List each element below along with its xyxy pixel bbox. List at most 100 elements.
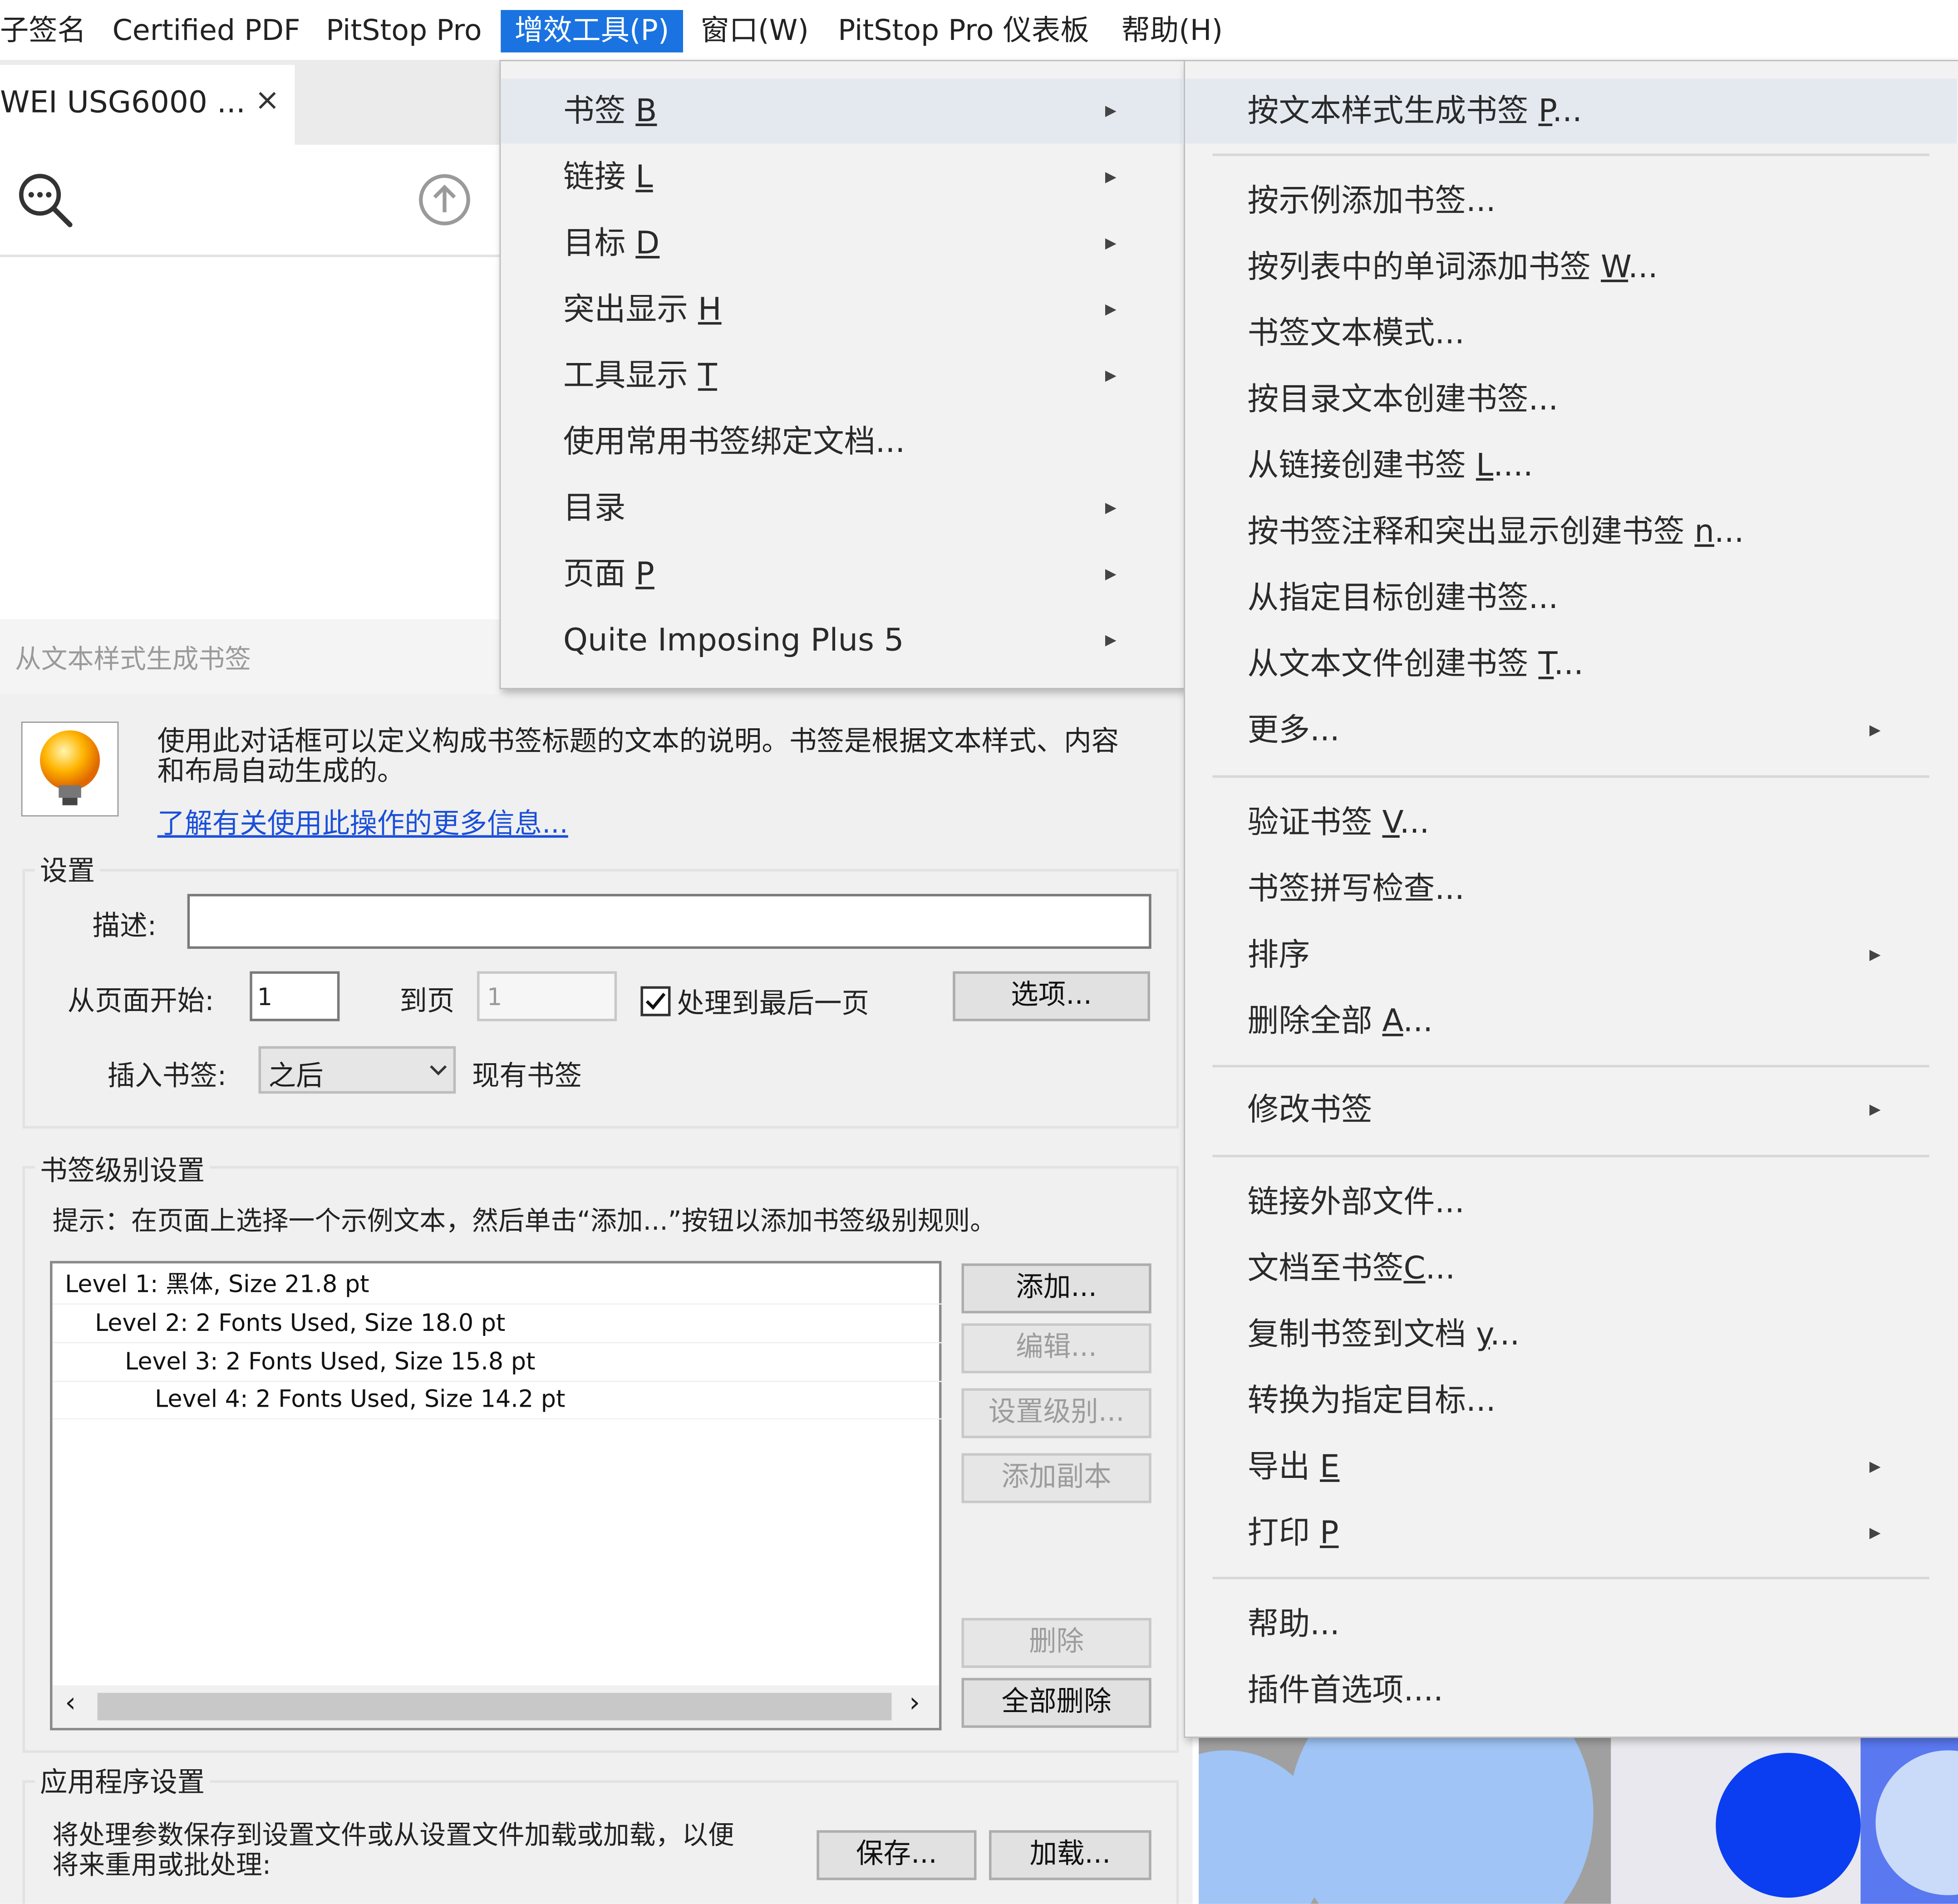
menu-item-bookmarks[interactable]: 书签 B ▸	[501, 79, 1183, 144]
options-button[interactable]: 选项...	[953, 971, 1150, 1021]
menu-item-convert-destinations[interactable]: 转换为指定目标...	[1185, 1368, 1957, 1433]
menu-separator	[1212, 153, 1929, 156]
level-row-2[interactable]: Level 2: 2 Fonts Used, Size 18.0 pt	[52, 1305, 982, 1344]
menu-item-plugin-prefs[interactable]: 插件首选项....	[1185, 1658, 1957, 1723]
zoom-search-icon[interactable]	[15, 170, 75, 230]
submenu-arrow-icon: ▸	[1105, 163, 1117, 190]
submenu-arrow-icon: ▸	[1105, 296, 1117, 322]
screen: 子签名 Certified PDF PitStop Pro 增效工具(P) 窗口…	[0, 0, 1958, 1904]
submenu-arrow-icon: ▸	[1869, 1453, 1881, 1480]
intro-text-line2: 和布局自动生成的。	[157, 756, 405, 788]
menu-window[interactable]: 窗口(W)	[700, 10, 809, 53]
process-last-checkbox[interactable]	[640, 986, 671, 1016]
menu-item-tool-display[interactable]: 工具显示 T ▸	[501, 344, 1182, 408]
submenu-arrow-icon: ▸	[1105, 97, 1117, 124]
menu-item-bm-by-example[interactable]: 按示例添加书签...	[1185, 168, 1957, 233]
load-button[interactable]: 加载...	[989, 1830, 1151, 1880]
levels-hint: 提示：在页面上选择一个示例文本，然后单击“添加...”按钮以添加书签级别规则。	[52, 1206, 996, 1236]
add-level-button[interactable]: 添加...	[961, 1263, 1151, 1314]
app-settings-text-line2: 将来重用或批处理:	[52, 1850, 271, 1880]
menu-item-toc[interactable]: 目录 ▸	[501, 476, 1182, 540]
insert-position-value: 之后	[268, 1061, 324, 1093]
menu-certified-pdf[interactable]: Certified PDF	[113, 10, 300, 53]
menu-item-help[interactable]: 帮助...	[1185, 1592, 1957, 1657]
menu-item-link-external[interactable]: 链接外部文件...	[1185, 1170, 1957, 1235]
menu-item-bm-by-word-list[interactable]: 按列表中的单词添加书签 W...	[1185, 235, 1957, 299]
submenu-arrow-icon: ▸	[1869, 716, 1881, 743]
menu-pitstop-dashboard[interactable]: PitStop Pro 仪表板	[838, 10, 1089, 53]
menu-item-print[interactable]: 打印 P ▸	[1185, 1501, 1957, 1565]
menu-item-more[interactable]: 更多... ▸	[1185, 698, 1957, 763]
insert-position-select[interactable]: 之后	[258, 1046, 456, 1094]
app-settings-legend: 应用程序设置	[35, 1760, 210, 1801]
close-icon[interactable]: ×	[255, 83, 280, 118]
scroll-right-icon[interactable]: ›	[909, 1688, 920, 1719]
menu-item-bm-by-text-style[interactable]: 按文本样式生成书签 P...	[1185, 79, 1957, 144]
scrollbar-thumb[interactable]	[97, 1693, 892, 1721]
menu-item-validate[interactable]: 验证书签 V...	[1185, 790, 1957, 855]
menu-item-bm-from-links[interactable]: 从链接创建书签 L....	[1185, 433, 1957, 498]
menu-item-delete-all[interactable]: 删除全部 A...	[1185, 989, 1957, 1054]
lightbulb-icon	[21, 721, 119, 817]
to-page-label: 到页	[399, 986, 455, 1018]
levels-list[interactable]: Level 1: 黑体, Size 21.8 pt Level 2: 2 Fon…	[50, 1261, 1042, 1731]
chevron-down-icon	[430, 1065, 447, 1076]
menu-item-pages[interactable]: 页面 P ▸	[501, 542, 1182, 607]
insert-bookmark-label: 插入书签:	[107, 1061, 227, 1093]
from-page-input[interactable]: 1	[250, 971, 340, 1021]
menu-help[interactable]: 帮助(H)	[1122, 10, 1223, 53]
add-copy-button[interactable]: 添加副本	[961, 1453, 1151, 1503]
to-page-input[interactable]: 1	[477, 971, 617, 1021]
level-row-3[interactable]: Level 3: 2 Fonts Used, Size 15.8 pt	[52, 1343, 1012, 1382]
scroll-left-icon[interactable]: ‹	[65, 1688, 76, 1719]
menu-item-spellcheck[interactable]: 书签拼写检查...	[1185, 856, 1957, 921]
menu-item-copy-to-doc[interactable]: 复制书签到文档 y...	[1185, 1302, 1957, 1367]
menu-item-bm-from-annotations[interactable]: 按书签注释和突出显示创建书签 n...	[1185, 500, 1957, 564]
menu-item-highlight[interactable]: 突出显示 H ▸	[501, 277, 1182, 342]
background-artwork	[1199, 1737, 1958, 1904]
document-area	[0, 257, 500, 619]
menu-item-bm-from-text-file[interactable]: 从文本文件创建书签 T...	[1185, 632, 1957, 697]
submenu-arrow-icon: ▸	[1869, 1096, 1881, 1123]
delete-all-button[interactable]: 全部删除	[961, 1678, 1151, 1728]
menu-item-bm-from-toc[interactable]: 按目录文本创建书签...	[1185, 367, 1957, 432]
menu-item-bm-text-pattern[interactable]: 书签文本模式...	[1185, 301, 1957, 366]
menu-bar: 子签名 Certified PDF PitStop Pro 增效工具(P) 窗口…	[0, 0, 1958, 60]
edit-level-button[interactable]: 编辑...	[961, 1323, 1151, 1374]
menu-pitstop-pro[interactable]: PitStop Pro	[326, 10, 482, 53]
menu-digital-sign[interactable]: 子签名	[0, 10, 86, 53]
process-last-label: 处理到最后一页	[677, 989, 869, 1020]
upload-icon[interactable]	[417, 172, 472, 227]
menu-item-links[interactable]: 链接 L ▸	[501, 145, 1182, 210]
menu-item-modify[interactable]: 修改书签 ▸	[1185, 1077, 1957, 1142]
horizontal-scrollbar[interactable]: ‹ ›	[52, 1685, 939, 1728]
submenu-arrow-icon: ▸	[1105, 627, 1117, 653]
menu-item-sort[interactable]: 排序 ▸	[1185, 923, 1957, 987]
menu-item-bind-bookmarks[interactable]: 使用常用书签绑定文档...	[501, 409, 1182, 474]
menu-plugins[interactable]: 增效工具(P)	[501, 10, 683, 53]
submenu-arrow-icon: ▸	[1105, 494, 1117, 521]
save-button[interactable]: 保存...	[817, 1830, 977, 1880]
tool-row	[0, 145, 500, 257]
submenu-arrow-icon: ▸	[1105, 560, 1117, 587]
delete-level-button[interactable]: 删除	[961, 1618, 1151, 1668]
description-input[interactable]	[187, 893, 1151, 949]
menu-item-destinations[interactable]: 目标 D ▸	[501, 211, 1182, 276]
dialog-title: 从文本样式生成书签	[15, 644, 251, 674]
description-label: 描述:	[92, 911, 157, 943]
level-row-4[interactable]: Level 4: 2 Fonts Used, Size 14.2 pt	[52, 1381, 1042, 1420]
menu-item-doc-to-bookmark[interactable]: 文档至书签C...	[1185, 1236, 1957, 1301]
menu-item-quite-imposing[interactable]: Quite Imposing Plus 5 ▸	[501, 608, 1182, 673]
set-level-button[interactable]: 设置级别...	[961, 1388, 1151, 1438]
submenu-arrow-icon: ▸	[1869, 941, 1881, 968]
plugins-menu: 书签 B ▸ 链接 L ▸ 目标 D ▸ 突出显示 H ▸ 工具显示 T ▸ 使…	[499, 60, 1186, 689]
menu-item-bm-from-destinations[interactable]: 从指定目标创建书签...	[1185, 565, 1957, 630]
menu-item-export[interactable]: 导出 E ▸	[1185, 1434, 1957, 1499]
settings-legend: 设置	[35, 849, 100, 889]
level-row-1[interactable]: Level 1: 黑体, Size 21.8 pt	[52, 1266, 952, 1305]
from-page-label: 从页面开始:	[67, 986, 214, 1018]
learn-more-link[interactable]: 了解有关使用此操作的更多信息...	[157, 801, 568, 841]
document-tab[interactable]: WEI USG6000 ... ×	[0, 65, 295, 145]
checkmark-icon	[645, 992, 666, 1010]
levels-legend: 书签级别设置	[35, 1148, 210, 1189]
